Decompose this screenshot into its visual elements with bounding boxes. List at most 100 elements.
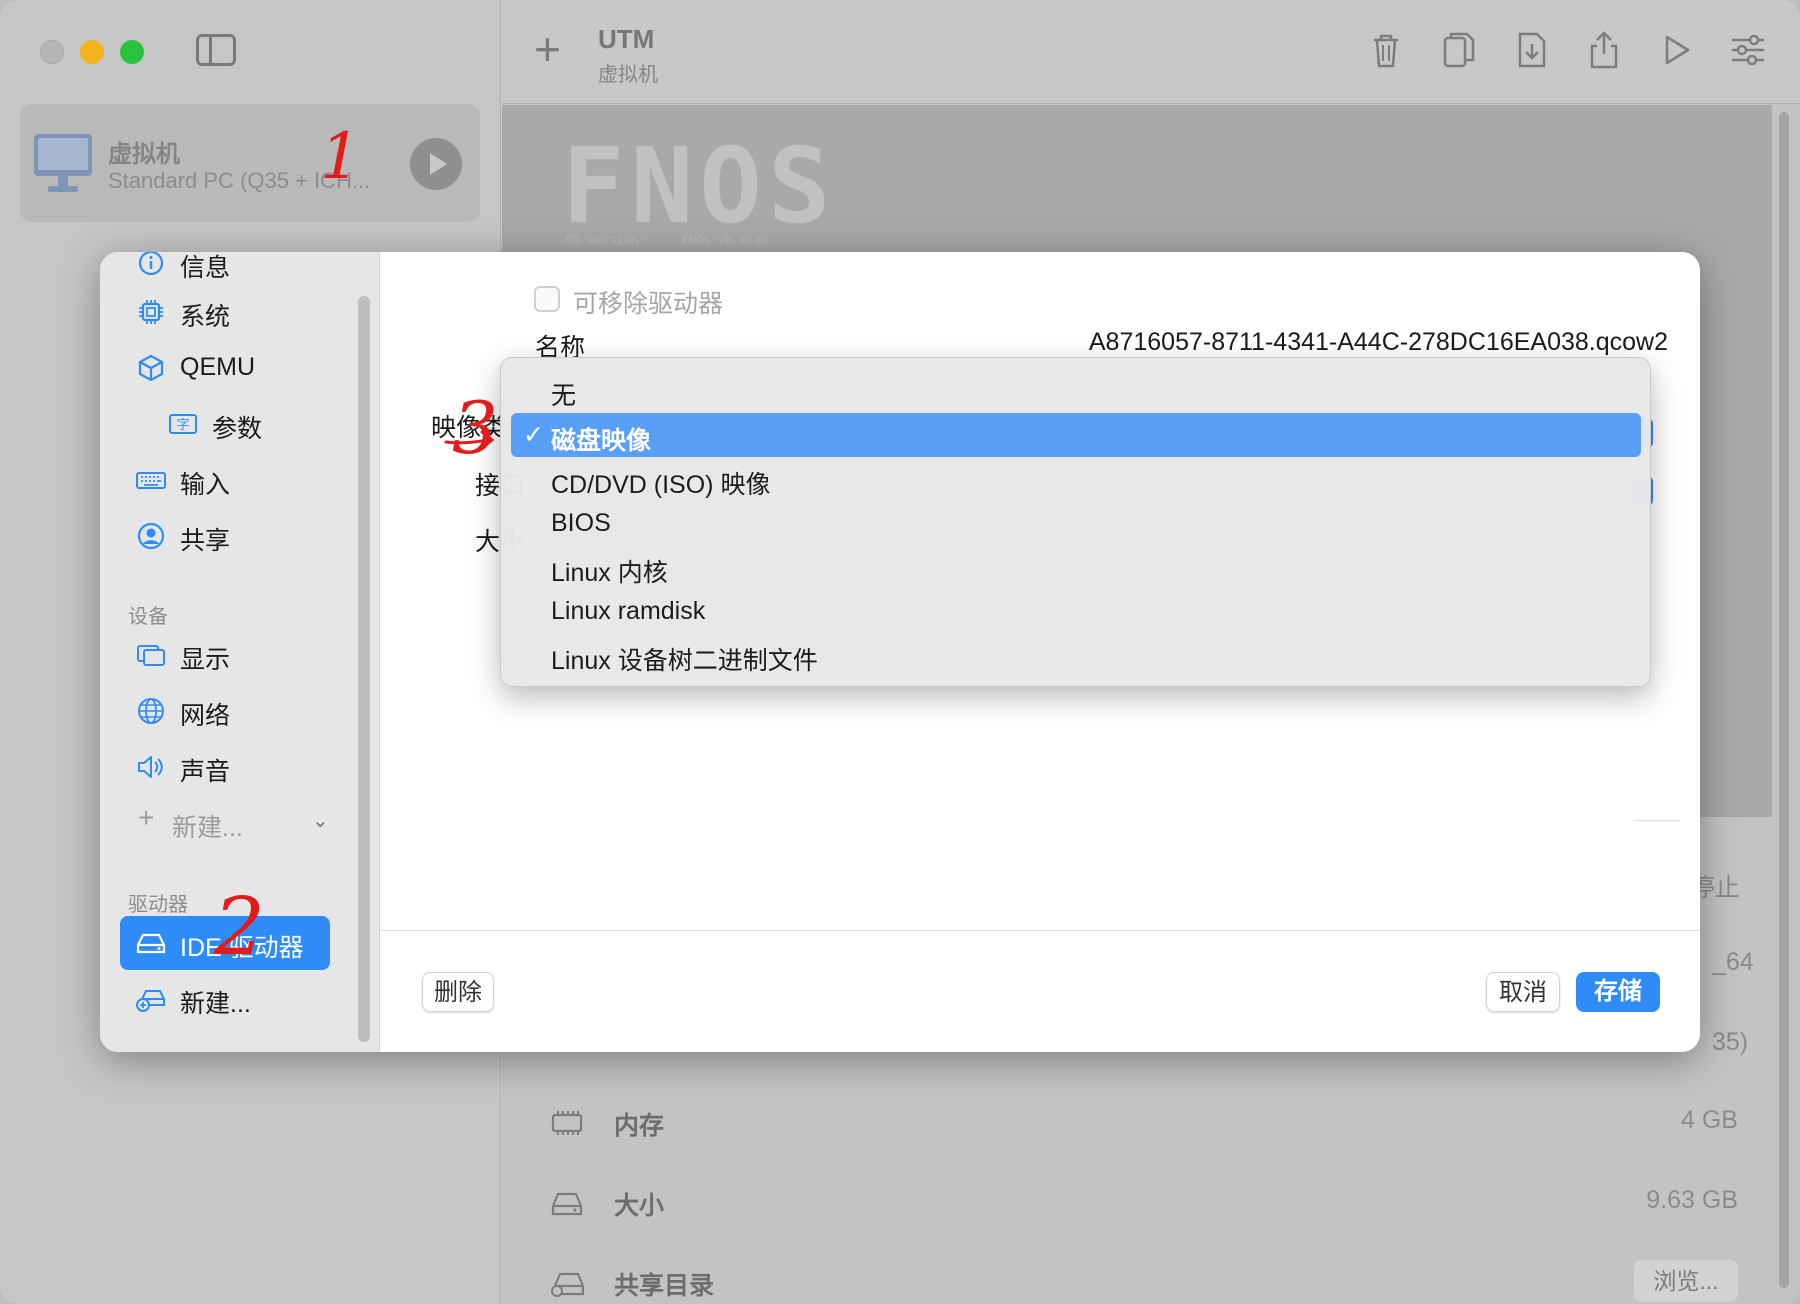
play-icon[interactable] [410,138,462,190]
add-vm-button[interactable]: + [534,26,561,72]
drive-filename: A8716057-8711-4341-A44C-278DC16EA038.qco… [1088,328,1668,356]
preview-logo: FNOS [562,125,837,247]
info-label: 大小 [614,1192,665,1220]
annotation-step-1: 1 [320,120,361,194]
sidebar-item-qemu[interactable]: QEMU [120,341,330,395]
sidebar-item-arguments[interactable]: 字 参数 [120,397,350,451]
drives-section-header: 驱动器 [128,894,188,916]
new-drive-label: 新建... [180,990,251,1018]
new-drive-button[interactable]: 新建... [120,972,330,1026]
speaker-icon [138,756,163,778]
shared-drive-icon [551,1272,584,1297]
toolbar: + UTM 虚拟机 [502,0,1800,104]
info-value: 9.63 GB [1646,1186,1738,1214]
info-label: 共享目录 [614,1272,715,1300]
sidebar-item-label: 信息 [180,254,231,282]
drive-icon [136,933,166,954]
partial-text: _64 [1712,948,1754,976]
share-icon[interactable] [1582,28,1626,72]
run-icon[interactable] [1654,28,1698,72]
cpu-icon [139,300,163,324]
info-row-memory: 内存 4 GB [502,1084,1772,1164]
menu-item-label: 无 [551,382,577,410]
devices-section-header: 设备 [128,606,168,628]
sidebar-item-label: QEMU [180,353,255,381]
sidebar-toggle-icon[interactable] [196,34,236,66]
sidebar-item-label: 共享 [180,527,231,555]
menu-item-label: Linux ramdisk [551,597,706,625]
window-close-button[interactable] [40,40,64,64]
person-icon [137,522,165,550]
chevron-down-icon: ⌄ [312,810,329,832]
menu-item-none[interactable]: 无 [511,368,1641,412]
plus-icon: + [138,802,155,833]
menu-item-linux-kernel[interactable]: Linux 内核 [511,545,1641,589]
info-row-shared-directory: 共享目录 浏览... [502,1244,1772,1304]
cancel-button[interactable]: 取消 [1486,972,1560,1012]
menu-item-bios[interactable]: BIOS [511,501,1641,545]
footer-divider [381,930,1700,931]
clone-icon[interactable] [1436,28,1480,72]
sidebar-item-display[interactable]: 显示 [120,628,330,682]
window-zoom-button[interactable] [120,40,144,64]
menu-item-linux-ramdisk[interactable]: Linux ramdisk [511,589,1641,633]
display-icon [137,645,165,666]
partial-text: 35) [1712,1028,1749,1056]
sidebar-item-label: 网络 [180,702,231,730]
trash-icon[interactable] [1364,28,1408,72]
add-drive-icon [136,990,165,1012]
globe-icon [138,698,164,724]
drive-icon [551,1192,583,1216]
sidebar-item-label: 输入 [180,471,231,499]
size-field-underline [1635,820,1680,821]
menu-item-label: CD/DVD (ISO) 映像 [551,471,771,499]
app-title: UTM [598,24,655,54]
info-value: 4 GB [1681,1106,1738,1134]
detail-scrollbar[interactable] [1776,108,1792,1298]
menu-item-disk-image[interactable]: ✓ 磁盘映像 [511,413,1641,457]
vm-list-item[interactable]: 虚拟机 Standard PC (Q35 + ICH... [20,104,480,222]
new-device-label: 新建... [172,814,243,842]
window-minimize-button[interactable] [80,40,104,64]
settings-sliders-icon[interactable] [1726,28,1770,72]
app-subtitle: 虚拟机 [598,64,658,86]
keyboard-icon [136,472,166,489]
sidebar-item-sharing[interactable]: 共享 [120,509,330,563]
sidebar-item-network[interactable]: 网络 [120,684,330,738]
svg-text:字: 字 [176,418,189,433]
info-label: 内存 [614,1112,665,1140]
new-device-menu[interactable]: + 新建... ⌄ [120,796,330,850]
preview-small-text: OS version: FNOS v0.x.xx [566,233,769,247]
memory-chip-icon [551,1111,583,1135]
sidebar-item-label: 声音 [180,758,231,786]
cube-icon [138,354,164,382]
annotation-step-2: 2 [214,880,265,973]
removable-drive-checkbox[interactable] [534,286,560,312]
menu-item-label: BIOS [551,509,611,537]
image-type-menu: 无 ✓ 磁盘映像 CD/DVD (ISO) 映像 BIOS Linux 内核 L… [500,357,1651,687]
sidebar-item-sound[interactable]: 声音 [120,740,330,794]
info-icon [138,252,164,276]
text-cursor-icon: 字 [169,414,197,434]
save-button[interactable]: 存储 [1576,972,1660,1012]
sidebar-item-label: 参数 [212,415,263,443]
menu-item-label: 磁盘映像 [551,427,652,455]
sidebar-item-label: 显示 [180,646,231,674]
sidebar-item-label: 系统 [180,303,231,331]
download-icon[interactable] [1510,28,1554,72]
annotation-arrow [444,430,495,450]
vm-name: 虚拟机 [108,141,180,168]
delete-button[interactable]: 删除 [422,972,494,1012]
monitor-icon [34,134,92,192]
sidebar-item-system[interactable]: 系统 [120,285,330,339]
checkmark-icon: ✓ [523,421,544,449]
menu-item-linux-dtb[interactable]: Linux 设备树二进制文件 [511,633,1641,677]
sidebar-scrollbar[interactable] [358,296,370,1042]
menu-item-label: Linux 设备树二进制文件 [551,647,818,675]
info-row-size: 大小 9.63 GB [502,1164,1772,1244]
removable-drive-label: 可移除驱动器 [573,290,724,318]
browse-button[interactable]: 浏览... [1634,1260,1738,1302]
menu-item-cd-dvd[interactable]: CD/DVD (ISO) 映像 [511,457,1641,501]
sidebar-item-input[interactable]: 输入 [120,453,330,507]
menu-item-label: Linux 内核 [551,559,668,587]
